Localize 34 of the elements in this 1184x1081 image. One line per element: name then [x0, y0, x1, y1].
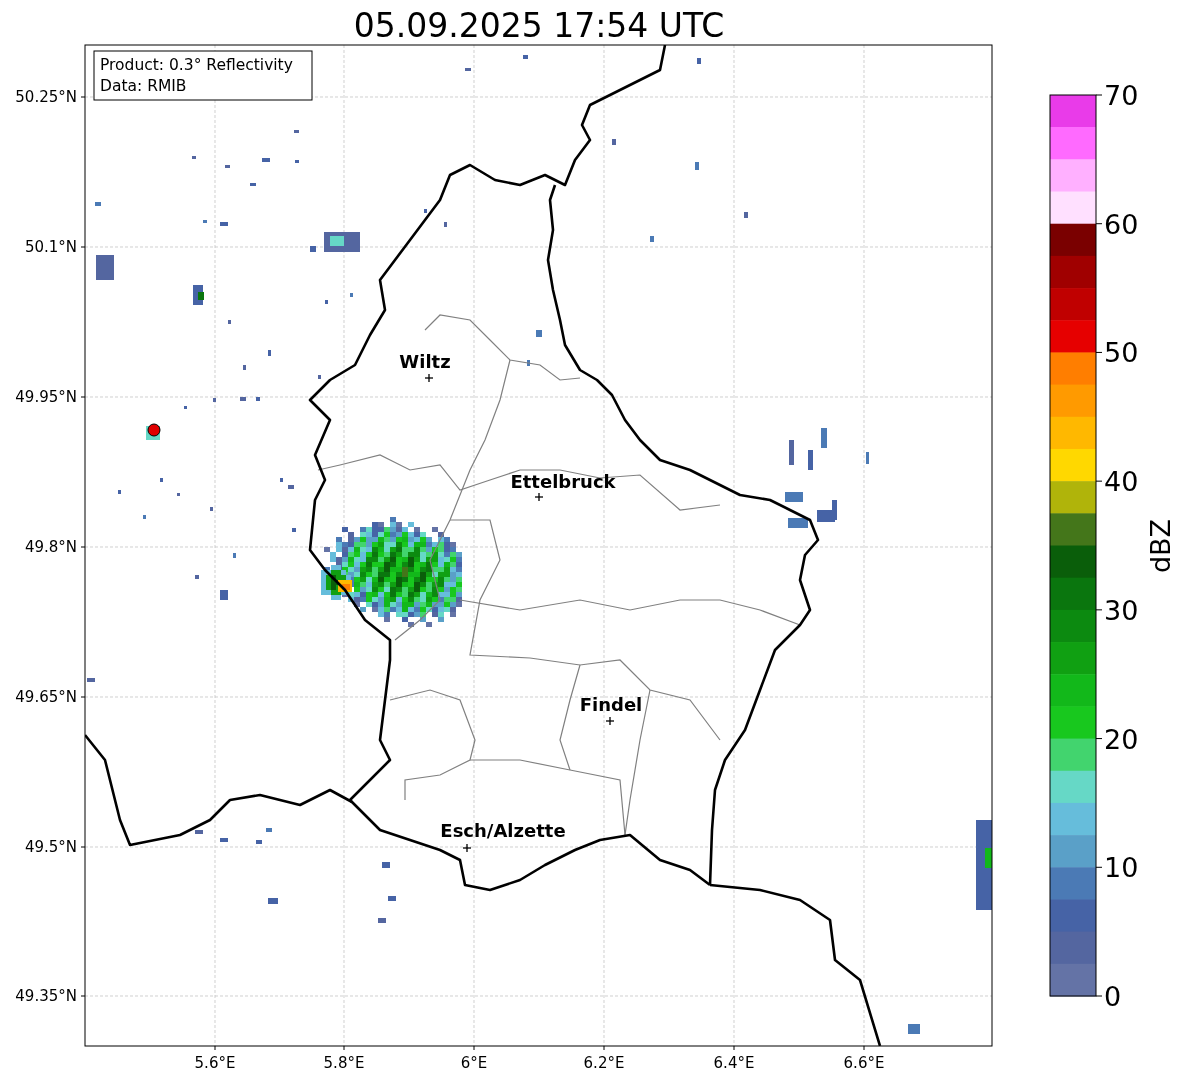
latitude-tick-label: 50.1°N [24, 238, 77, 256]
annotation-text: Data: RMIB [100, 77, 187, 95]
latitude-tick-label: 49.5°N [24, 838, 77, 856]
latitude-tick-label: 49.65°N [15, 688, 77, 706]
city-marker-icon [605, 716, 615, 726]
longitude-tick-label: 6.4°E [713, 1054, 755, 1072]
city-label: Ettelbruck [510, 471, 616, 492]
city-marker-icon [462, 843, 472, 853]
colorbar-label: dBZ [1145, 518, 1176, 574]
longitude-tick-label: 6.6°E [843, 1054, 885, 1072]
city-marker-icon [424, 373, 434, 383]
chart-title: 05.09.2025 17:54 UTC [353, 6, 725, 45]
annotation-text: Product: 0.3° Reflectivity [100, 56, 293, 74]
longitude-tick-label: 5.6°E [194, 1054, 236, 1072]
latitude-tick-label: 50.25°N [15, 88, 77, 106]
colorbar-tick-label: 70 [1104, 80, 1139, 111]
longitude-tick-label: 5.8°E [323, 1054, 365, 1072]
radar-site-marker [147, 423, 161, 437]
city-label: Esch/Alzette [440, 820, 566, 841]
colorbar-tick-label: 50 [1104, 337, 1139, 369]
longitude-tick-label: 6°E [460, 1054, 488, 1072]
colorbar-tick-label: 30 [1104, 594, 1139, 626]
colorbar-tick-label: 10 [1104, 852, 1139, 884]
city-label: Findel [579, 694, 643, 715]
colorbar-tick-label: 0 [1104, 981, 1122, 1012]
colorbar-tick-label: 60 [1104, 208, 1139, 240]
city-label: Wiltz [399, 351, 451, 372]
latitude-tick-label: 49.95°N [15, 388, 77, 406]
longitude-tick-label: 6.2°E [583, 1054, 625, 1072]
city-marker-icon [534, 492, 544, 502]
latitude-tick-label: 49.8°N [24, 538, 77, 556]
colorbar-tick-label: 40 [1104, 466, 1139, 498]
colorbar-tick-label: 20 [1104, 723, 1139, 755]
latitude-tick-label: 49.35°N [15, 987, 77, 1005]
